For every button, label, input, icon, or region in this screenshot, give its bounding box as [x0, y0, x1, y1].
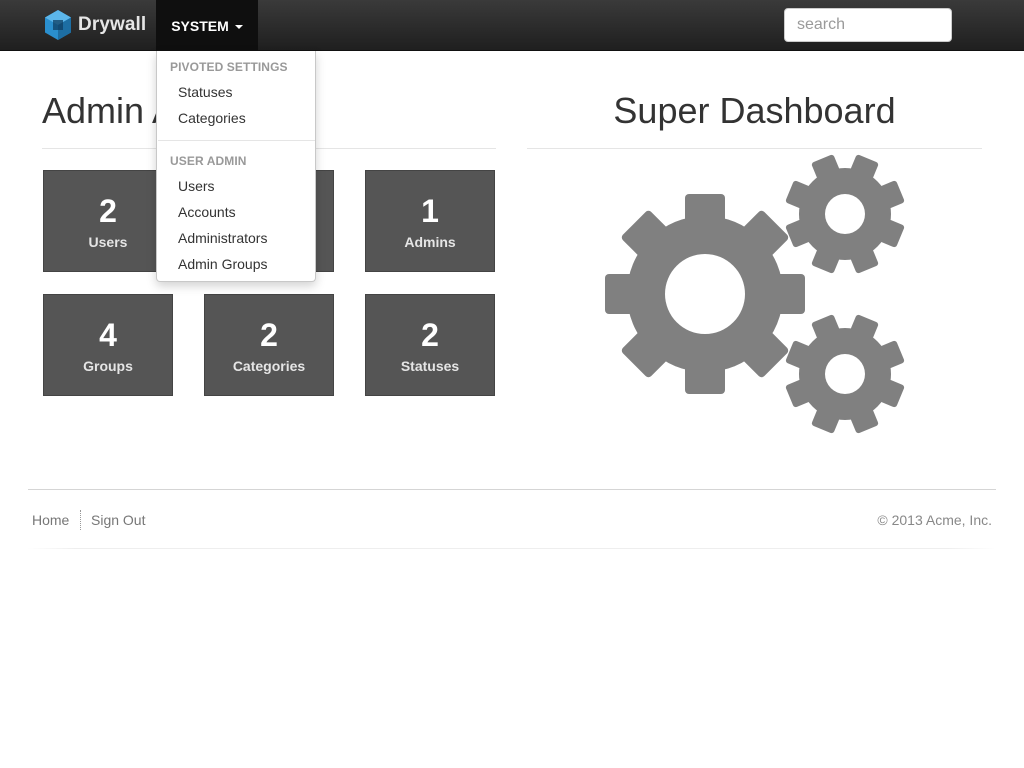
stat-tile-groups[interactable]: 4 Groups: [43, 294, 173, 396]
stat-tile-categories[interactable]: 2 Categories: [204, 294, 334, 396]
gears-icon: [605, 150, 910, 440]
stat-label: Groups: [83, 358, 133, 374]
stat-value: 4: [99, 317, 117, 353]
stat-value: 2: [421, 317, 439, 353]
dashboard-title: Super Dashboard: [613, 90, 896, 131]
stat-value: 2: [260, 317, 278, 353]
title-divider-right: [527, 148, 982, 149]
search-input[interactable]: [784, 8, 952, 42]
footer-divider: [28, 489, 996, 490]
stat-tile-users[interactable]: 2 Users: [43, 170, 173, 272]
dropdown-header-user-admin: USER ADMIN: [170, 154, 247, 168]
menu-item-statuses[interactable]: Statuses: [178, 84, 232, 100]
stat-label: Users: [88, 234, 128, 250]
system-menu-label: SYSTEM: [171, 17, 229, 34]
footer-bottom-divider: [28, 548, 996, 549]
copyright-text: © 2013 Acme, Inc.: [877, 512, 992, 528]
stat-label: Categories: [232, 358, 306, 374]
stat-label: Admins: [404, 234, 456, 250]
caret-down-icon: [234, 24, 243, 29]
stat-value: 2: [99, 193, 117, 229]
system-menu-toggle[interactable]: SYSTEM: [156, 0, 258, 51]
brand-name: Drywall: [78, 14, 147, 35]
stat-label: Statuses: [400, 358, 460, 374]
stat-value: 1: [421, 193, 439, 229]
footer-separator: [80, 510, 81, 530]
dropdown-divider: [158, 140, 315, 141]
footer-link-sign-out[interactable]: Sign Out: [91, 512, 145, 528]
menu-item-users[interactable]: Users: [178, 178, 215, 194]
footer-link-home[interactable]: Home: [32, 512, 69, 528]
menu-item-categories[interactable]: Categories: [178, 110, 246, 126]
menu-item-admin-groups[interactable]: Admin Groups: [178, 256, 267, 272]
dropdown-header-pivoted-settings: PIVOTED SETTINGS: [170, 60, 288, 74]
stat-tile-admins[interactable]: 1 Admins: [365, 170, 495, 272]
drywall-logo-icon: [45, 10, 71, 40]
stat-tile-statuses[interactable]: 2 Statuses: [365, 294, 495, 396]
menu-item-administrators[interactable]: Administrators: [178, 230, 267, 246]
menu-item-accounts[interactable]: Accounts: [178, 204, 236, 220]
brand-link[interactable]: Drywall: [44, 9, 146, 41]
system-dropdown-menu: PIVOTED SETTINGS Statuses Categories USE…: [156, 51, 316, 282]
navbar: Drywall SYSTEM: [0, 0, 1024, 51]
